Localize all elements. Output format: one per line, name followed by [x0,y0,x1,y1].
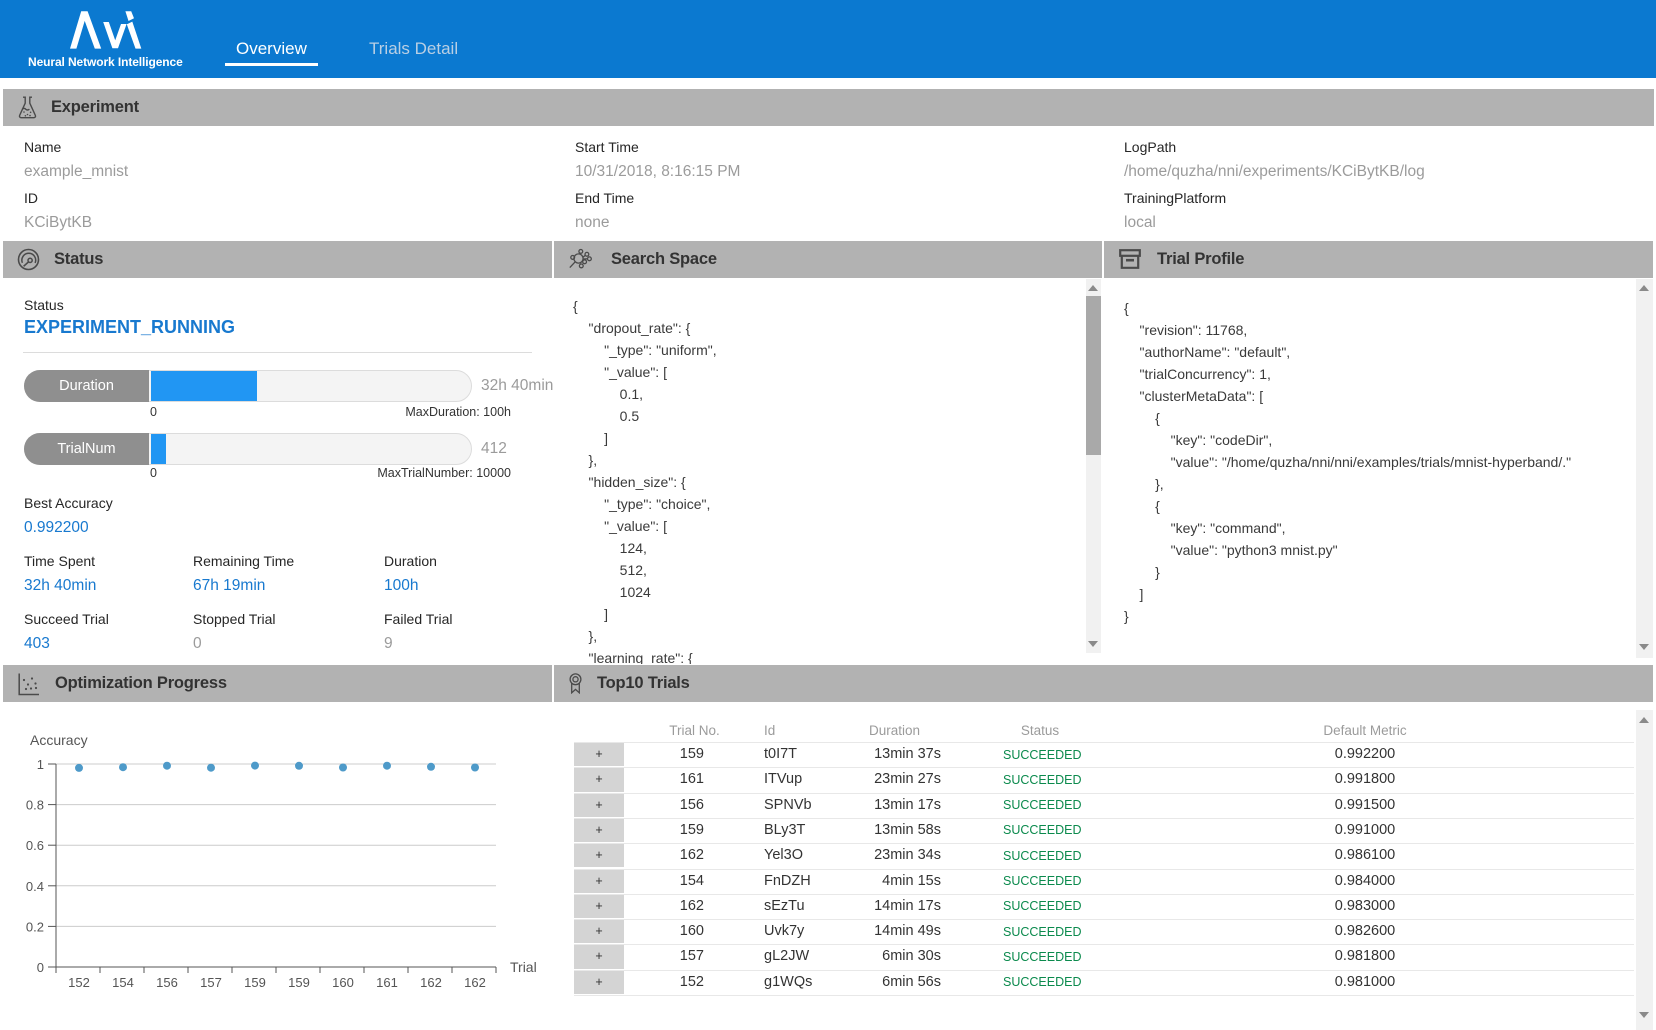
svg-text:161: 161 [376,975,398,990]
svg-text:159: 159 [244,975,266,990]
svg-text:160: 160 [332,975,354,990]
svg-text:152: 152 [68,975,90,990]
svg-text:Trial: Trial [510,959,537,975]
svg-text:0.8: 0.8 [26,798,44,813]
svg-text:154: 154 [112,975,134,990]
svg-text:0.2: 0.2 [26,919,44,934]
svg-text:0: 0 [37,960,44,975]
svg-text:0.6: 0.6 [26,838,44,853]
svg-text:162: 162 [420,975,442,990]
svg-text:162: 162 [464,975,486,990]
svg-text:156: 156 [156,975,178,990]
svg-text:159: 159 [288,975,310,990]
svg-text:0.4: 0.4 [26,879,44,894]
svg-text:1: 1 [37,757,44,772]
svg-text:Accuracy: Accuracy [30,732,88,748]
svg-text:157: 157 [200,975,222,990]
